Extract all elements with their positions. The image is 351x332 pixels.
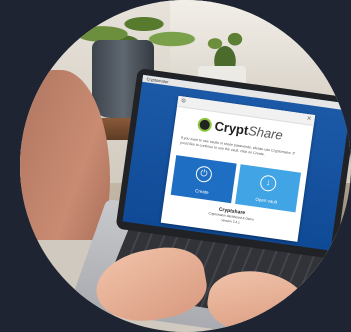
close-icon[interactable]: ✕	[306, 115, 312, 123]
gear-icon[interactable]: ⚙	[180, 97, 186, 105]
succulent-plant	[200, 26, 250, 70]
laptop-lid: Cryptomator ⚙ ✕ CryptShare If you want t…	[115, 68, 351, 260]
open-vault-tile[interactable]: ↓ Open vault	[235, 164, 302, 213]
power-icon: ⏻	[194, 165, 213, 184]
brand-main: Crypt	[213, 118, 250, 138]
download-icon: ↓	[259, 174, 278, 193]
open-vault-tile-label: Open vault	[255, 196, 278, 205]
app-dialog: ⚙ ✕ CryptShare If you want to use vaults…	[160, 95, 316, 242]
menubar-label: Cryptomator	[146, 76, 169, 85]
create-tile-label: Create	[194, 188, 209, 196]
logo-mark-icon	[196, 116, 213, 133]
photo-circle: Cryptomator ⚙ ✕ CryptShare If you want t…	[20, 0, 351, 332]
create-tile[interactable]: ⏻ Create	[170, 155, 237, 204]
laptop-screen: Cryptomator ⚙ ✕ CryptShare If you want t…	[122, 74, 351, 251]
brand-sub: Share	[247, 123, 284, 143]
